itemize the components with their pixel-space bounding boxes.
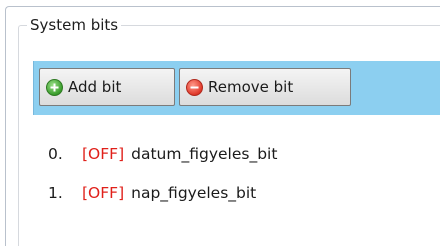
bit-name: nap_figyeles_bit (131, 183, 257, 202)
groupbox-title: System bits (30, 16, 119, 34)
remove-bit-button[interactable]: Remove bit (179, 68, 351, 106)
remove-bit-label: Remove bit (208, 78, 294, 96)
bit-state: [OFF] (82, 183, 125, 202)
bit-name: datum_figyeles_bit (131, 144, 278, 163)
plus-icon (46, 78, 63, 96)
add-bit-label: Add bit (68, 78, 122, 96)
bits-list: 0. [OFF] datum_figyeles_bit 1. [OFF] nap… (48, 134, 428, 212)
bit-index: 0. (48, 144, 63, 163)
bit-state: [OFF] (82, 144, 125, 163)
bits-toolbar: Add bit Remove bit (33, 61, 440, 115)
bit-index: 1. (48, 183, 63, 202)
minus-icon (186, 78, 203, 96)
list-item[interactable]: 0. [OFF] datum_figyeles_bit (48, 134, 428, 173)
window: System bits Add bit Remove bit 0. [OFF] (0, 0, 440, 246)
list-item[interactable]: 1. [OFF] nap_figyeles_bit (48, 173, 428, 212)
add-bit-button[interactable]: Add bit (39, 68, 175, 106)
